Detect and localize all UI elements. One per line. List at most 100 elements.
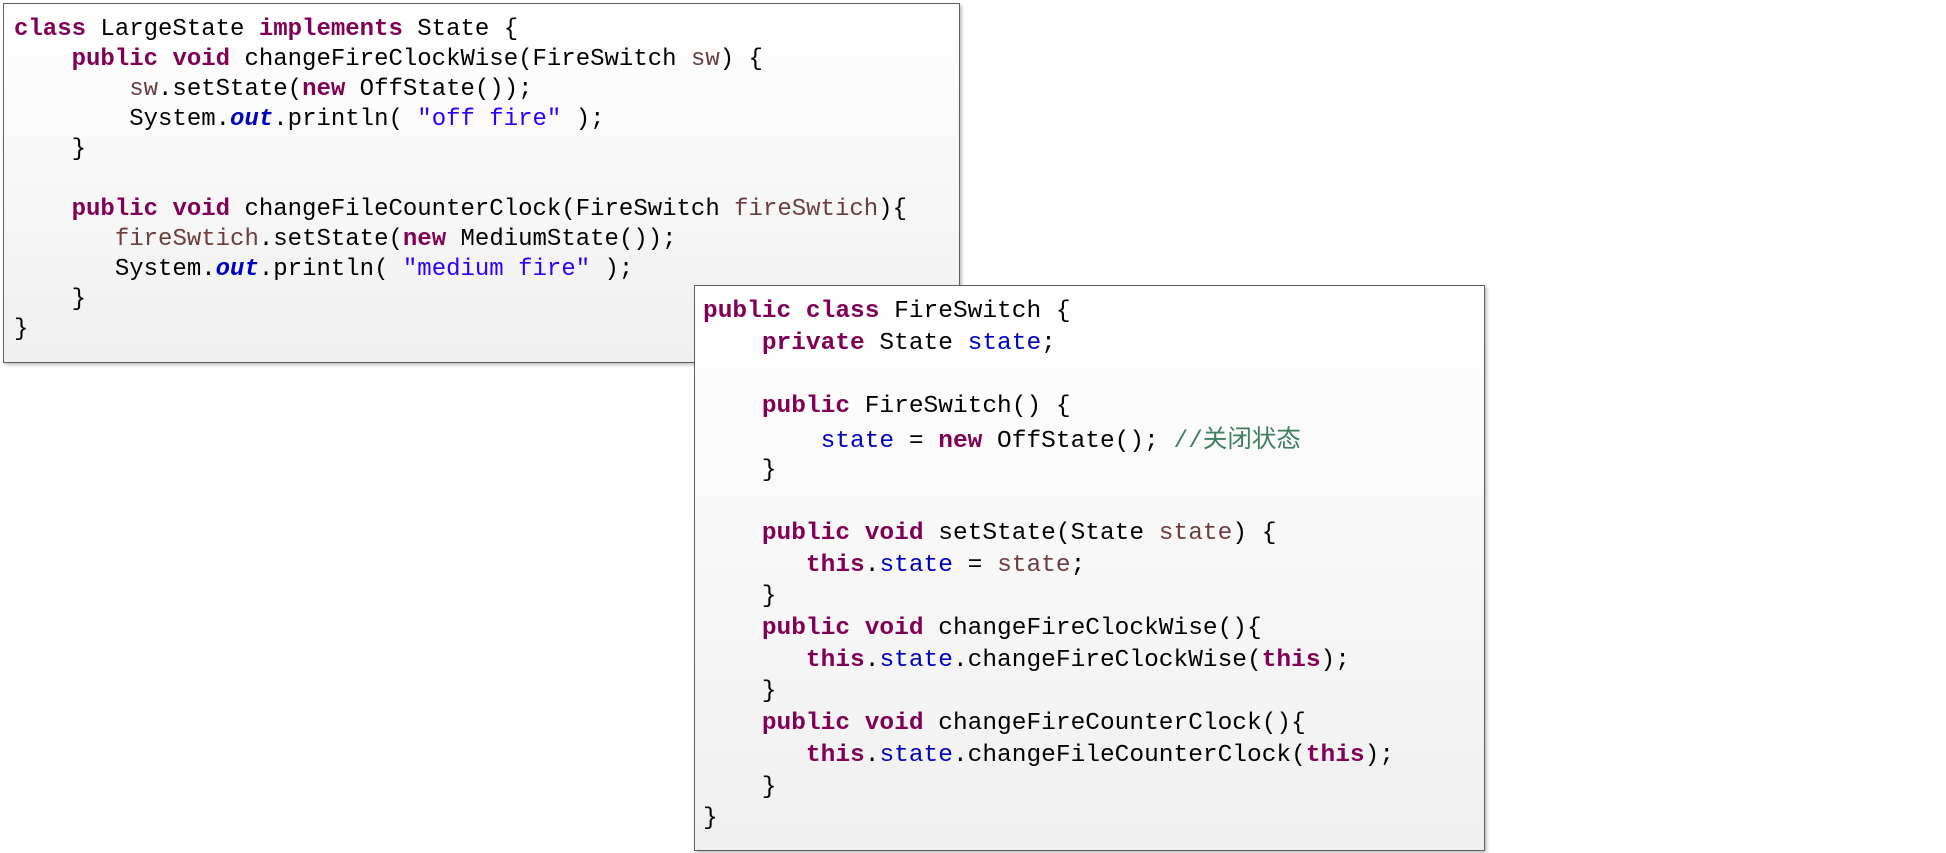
code-token: new	[938, 427, 983, 455]
code-token: setState(State	[923, 519, 1159, 547]
code-token: System.	[14, 256, 216, 283]
code-token: changeFireClockWise(){	[923, 615, 1262, 642]
code-token: ) {	[1232, 519, 1277, 547]
code-token: state	[1158, 519, 1233, 547]
code-token: );	[1320, 646, 1350, 674]
code-token: .	[864, 551, 880, 579]
code-token: public	[71, 46, 159, 73]
code-token: new	[402, 226, 447, 253]
code-token: "medium fire"	[402, 256, 591, 283]
code-token: fireSwtich	[114, 226, 259, 253]
code-line: private State state;	[703, 329, 1056, 357]
code-token: System.	[14, 106, 231, 133]
code-line: public void changeFireClockWise(){	[703, 615, 1262, 642]
code-token: sw	[690, 46, 720, 73]
code-token: state	[997, 551, 1071, 579]
code-token: .println(	[273, 106, 418, 133]
code-token: }	[14, 316, 29, 343]
code-line: public void changeFileCounterClock(FireS…	[14, 198, 907, 222]
code-token: public	[703, 298, 792, 325]
code-line: }	[703, 456, 777, 484]
code-token: void	[172, 46, 231, 73]
code-line: }	[703, 680, 777, 705]
code-token: public	[71, 196, 159, 223]
code-line: System.out.println( "medium fire" );	[14, 256, 634, 283]
code-token: }	[703, 456, 777, 484]
code-line: public void changeFireClockWise(FireSwit…	[14, 48, 763, 72]
code-token: 关闭状态	[1202, 423, 1301, 453]
code-line: this.state.changeFireClockWise(this);	[703, 646, 1350, 674]
code-token: ;	[1041, 329, 1056, 357]
code-token: changeFireClockWise(FireSwitch	[230, 46, 691, 73]
code-token: this	[1305, 741, 1365, 769]
code-snippet-fire-switch: public class FireSwitch { private State …	[694, 285, 1485, 851]
code-token: .setState(	[258, 226, 403, 253]
code-token: out	[215, 256, 259, 283]
code-token: "off fire"	[417, 106, 562, 133]
code-token: }	[703, 773, 777, 801]
code-token: changeFireCounterClock(){	[923, 710, 1306, 738]
code-token: OffState();	[982, 427, 1174, 455]
code-token: void	[864, 710, 924, 738]
code-token: .	[864, 646, 880, 674]
code-line: public void setState(State state) {	[703, 519, 1277, 547]
code-token: ;	[1070, 551, 1086, 579]
code-token: //	[1173, 427, 1203, 455]
code-token: State {	[402, 16, 519, 43]
code-token: implements	[258, 16, 403, 43]
code-token: OffState());	[345, 76, 533, 103]
code-token: state	[967, 329, 1042, 357]
code-line: public FireSwitch() {	[703, 393, 1071, 421]
code-line: class LargeState implements State {	[14, 18, 518, 42]
code-token: public	[761, 393, 851, 421]
code-token: state	[879, 646, 953, 674]
code-line: }	[703, 805, 718, 833]
code-token: ){	[878, 196, 907, 223]
code-token: this	[805, 551, 865, 579]
code-line: public void changeFireCounterClock(){	[703, 710, 1306, 738]
code-token: }	[14, 286, 87, 313]
code-line: }	[703, 773, 777, 801]
code-token: void	[172, 196, 231, 223]
code-token: public	[761, 519, 851, 547]
code-token: changeFileCounterClock(FireSwitch	[230, 196, 735, 223]
code-token: this	[805, 646, 865, 674]
code-token: .	[864, 741, 880, 769]
code-token: private	[761, 329, 865, 357]
code-line: this.state = state;	[703, 551, 1086, 579]
code-token: State	[864, 329, 968, 357]
code-line: public class FireSwitch {	[703, 298, 1071, 325]
code-token: new	[302, 76, 346, 103]
code-token: state	[879, 741, 953, 769]
code-token: }	[703, 805, 718, 833]
code-line: }	[14, 138, 86, 162]
code-token: );	[590, 256, 634, 283]
code-line: sw.setState(new OffState());	[14, 76, 533, 103]
code-token: =	[894, 427, 939, 455]
code-token: class	[14, 16, 87, 43]
code-token: public	[761, 615, 851, 642]
code-token: out	[230, 106, 274, 133]
code-line: }	[14, 288, 86, 312]
code-line: System.out.println( "off fire" );	[14, 106, 604, 133]
code-token: =	[952, 551, 998, 579]
code-token: FireSwitch {	[879, 298, 1071, 325]
code-token: this	[1261, 646, 1321, 674]
code-token: void	[864, 519, 924, 547]
code-token: public	[761, 710, 851, 738]
